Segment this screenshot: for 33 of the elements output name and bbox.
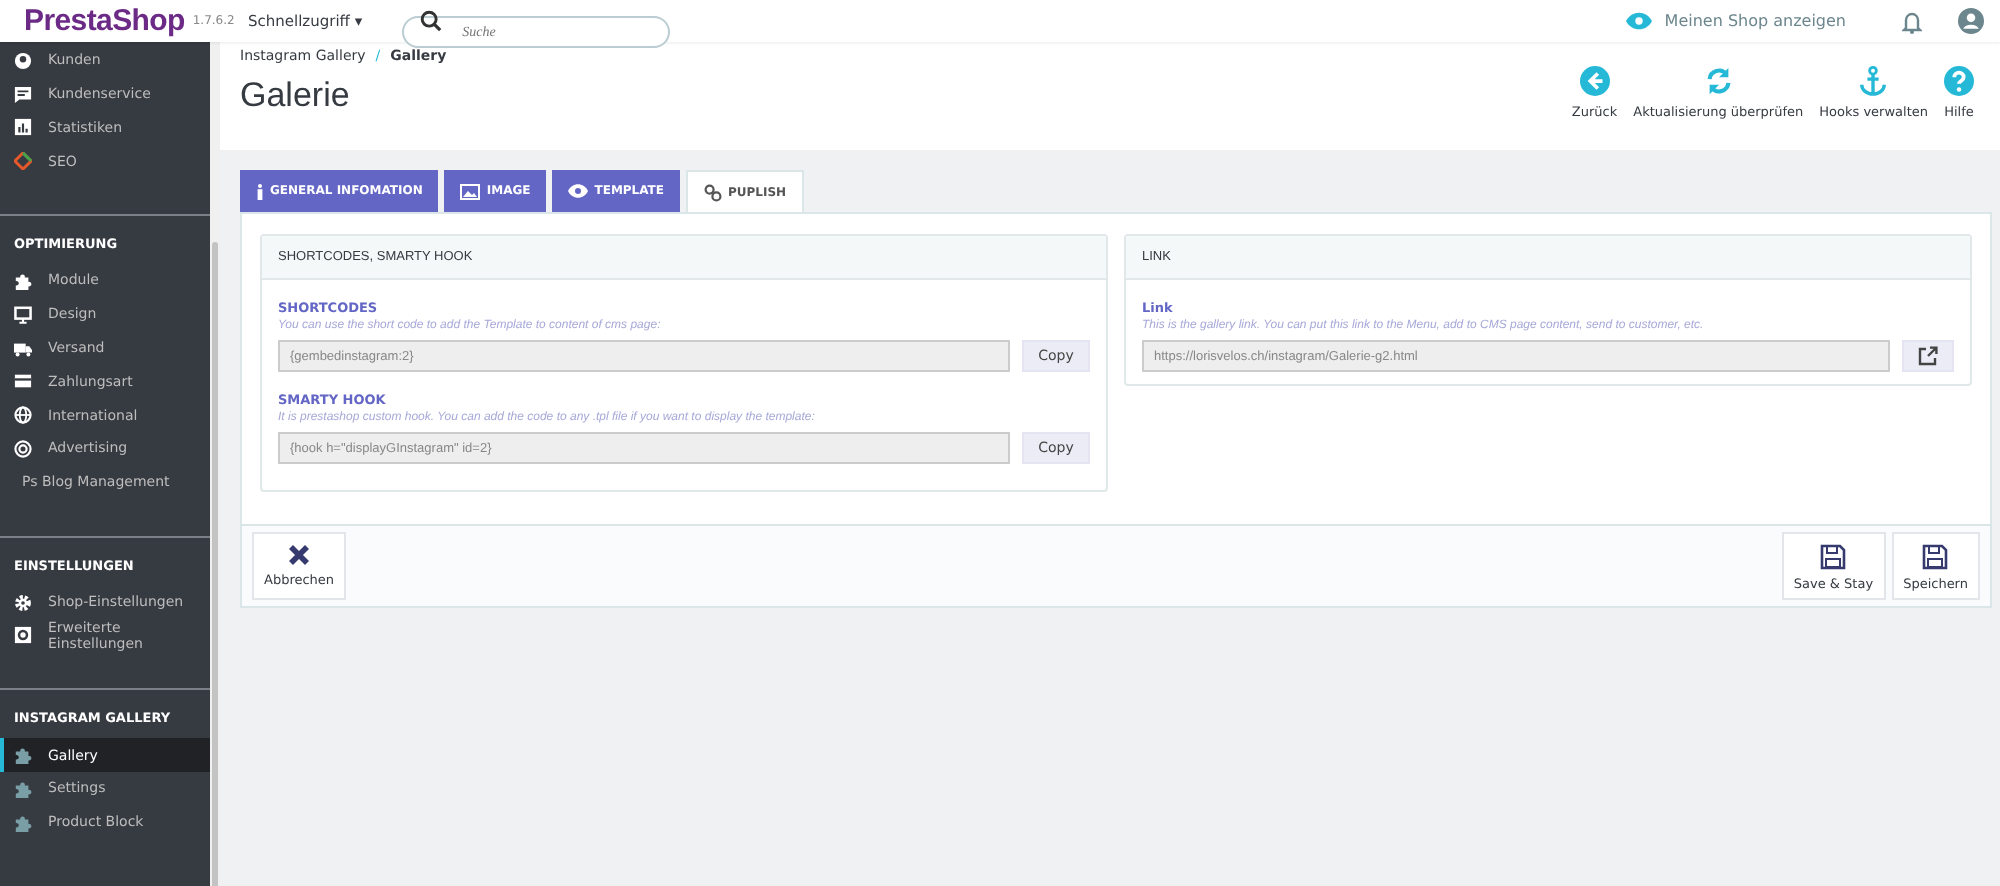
puzzle-icon — [14, 272, 32, 291]
anchor-icon — [1858, 66, 1889, 96]
globe-icon — [14, 406, 32, 425]
open-link-button[interactable] — [1902, 340, 1954, 372]
user-icon[interactable] — [1958, 8, 1984, 34]
gear-icon — [14, 626, 32, 645]
logo-text[interactable]: PrestaShop — [24, 4, 185, 38]
eye-icon — [1626, 12, 1653, 30]
info-icon — [256, 183, 264, 199]
diamond-icon — [14, 152, 32, 171]
close-icon — [288, 544, 311, 566]
search-icon — [420, 10, 443, 32]
monitor-icon — [14, 305, 32, 324]
view-shop-link[interactable]: Meinen Shop anzeigen — [1626, 12, 1846, 30]
puzzle-icon — [14, 780, 32, 799]
puzzle-icon — [14, 813, 32, 832]
bell-icon[interactable] — [1902, 9, 1922, 33]
refresh-icon — [1703, 66, 1734, 96]
scrollbar[interactable] — [210, 42, 220, 886]
page-title: Galerie — [240, 76, 352, 116]
help-icon — [1944, 66, 1974, 96]
link-icon — [704, 183, 723, 201]
chart-icon — [14, 118, 32, 137]
truck-icon — [14, 339, 32, 358]
chat-icon — [14, 85, 32, 104]
person-icon — [14, 51, 32, 70]
target-icon — [14, 440, 32, 459]
card-icon — [14, 372, 32, 391]
gear-icon — [14, 593, 32, 612]
external-link-icon — [1918, 346, 1938, 366]
puzzle-icon — [14, 746, 32, 765]
eye-icon — [568, 184, 589, 198]
image-icon — [460, 183, 481, 199]
